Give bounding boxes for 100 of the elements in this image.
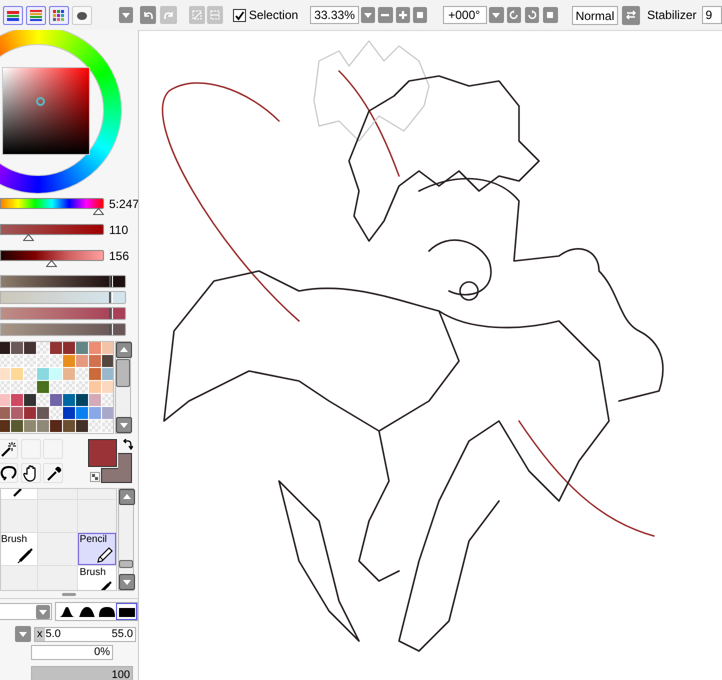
color-swatch[interactable] (63, 420, 75, 432)
color-swatch[interactable] (37, 407, 49, 419)
scrollbar[interactable] (115, 341, 131, 434)
wand-tool-button[interactable] (0, 439, 18, 459)
color-swatch[interactable] (76, 355, 88, 367)
color-swatch[interactable] (76, 394, 88, 406)
brush-shape-button[interactable] (117, 604, 136, 619)
gradient-slider[interactable] (1, 308, 112, 319)
color-swatch[interactable] (37, 381, 49, 393)
flip-button[interactable] (622, 6, 640, 24)
reset-colors-icon[interactable] (90, 472, 100, 482)
undo-button[interactable] (140, 6, 156, 24)
rotation-reset-button[interactable] (543, 7, 558, 23)
rotate-right-button[interactable] (524, 7, 540, 23)
color-slider[interactable] (0, 250, 104, 268)
zoom-reset-button[interactable] (412, 7, 428, 23)
redo-button[interactable] (160, 6, 177, 24)
color-swatch[interactable] (63, 368, 75, 380)
eyedropper-tool-button[interactable] (43, 463, 64, 483)
brush-shape-button[interactable] (57, 604, 76, 619)
slider-marker[interactable] (108, 308, 111, 319)
color-swatch[interactable] (11, 420, 23, 432)
brush-type-dropdown[interactable] (0, 603, 52, 620)
panel-toggle-button[interactable] (49, 6, 69, 24)
color-swatch[interactable] (89, 407, 101, 419)
hand-tool-button[interactable] (20, 463, 41, 483)
gradient-slider[interactable] (1, 276, 112, 287)
lasso-tool-button[interactable] (0, 463, 18, 483)
density-slider[interactable]: 100 (31, 666, 133, 680)
panel-toggle-button[interactable] (26, 6, 46, 24)
panel-toggle-button[interactable] (72, 6, 92, 24)
color-swatch[interactable] (102, 381, 113, 393)
swap-arrows-icon[interactable] (123, 439, 133, 451)
rotation-dropdown-button[interactable] (489, 7, 504, 23)
color-picker-marker[interactable] (36, 97, 46, 106)
color-swatch[interactable] (24, 420, 36, 432)
color-slider[interactable] (0, 198, 104, 216)
color-swatch[interactable] (63, 355, 75, 367)
color-swatch[interactable] (63, 342, 75, 354)
slider-marker[interactable] (108, 292, 111, 303)
color-swatch[interactable] (37, 368, 49, 380)
zoom-dropdown-button[interactable] (360, 7, 376, 23)
zoom-out-button[interactable] (378, 7, 393, 23)
gradient-slider[interactable] (1, 292, 112, 303)
color-swatch[interactable] (0, 394, 10, 406)
brush-slot[interactable]: Brush (1, 533, 38, 565)
color-swatch[interactable] (0, 342, 10, 354)
primary-color[interactable] (88, 439, 117, 467)
min-size-field[interactable]: 0% (31, 645, 113, 660)
color-swatch[interactable] (50, 368, 62, 380)
gradient-slider[interactable] (1, 324, 112, 335)
color-swatch[interactable] (11, 342, 23, 354)
color-slider[interactable] (0, 224, 104, 242)
color-swatch[interactable] (102, 355, 113, 367)
color-swatch[interactable] (76, 407, 88, 419)
dropdown-button[interactable] (119, 7, 134, 23)
brush-shape-button[interactable] (77, 604, 96, 619)
zoom-in-button[interactable] (396, 7, 410, 23)
saturation-value-square[interactable] (2, 67, 90, 155)
deselect-button[interactable] (188, 6, 205, 24)
color-swatch[interactable] (102, 407, 113, 419)
brush-slot[interactable]: Pencil (78, 533, 116, 565)
color-swatch[interactable] (24, 407, 36, 419)
brush-slot[interactable]: Brush (78, 566, 116, 590)
rotate-left-button[interactable] (506, 7, 521, 23)
color-swatch[interactable] (0, 420, 10, 432)
color-swatch[interactable] (24, 342, 36, 354)
invert-selection-button[interactable] (206, 6, 223, 24)
color-swatch[interactable] (11, 407, 23, 419)
scroll-thumb[interactable] (119, 560, 133, 568)
color-swatch[interactable] (102, 342, 113, 354)
color-swatch[interactable] (24, 394, 36, 406)
color-swatch[interactable] (89, 342, 101, 354)
color-swatch[interactable] (50, 394, 62, 406)
color-swatch[interactable] (63, 407, 75, 419)
color-swatch[interactable] (89, 394, 101, 406)
color-swatch[interactable] (11, 368, 23, 380)
scroll-up-button[interactable] (119, 489, 135, 505)
color-swatch[interactable] (0, 368, 10, 380)
scrollbar[interactable] (118, 488, 134, 591)
color-swatch[interactable] (11, 394, 23, 406)
color-swatch[interactable] (37, 420, 49, 432)
color-swatch[interactable] (89, 368, 101, 380)
stabilizer-field[interactable]: 9 (702, 6, 722, 24)
color-swatch[interactable] (76, 420, 88, 432)
scroll-down-button[interactable] (116, 417, 132, 433)
scroll-up-button[interactable] (116, 342, 132, 358)
panel-toggle-button[interactable] (3, 6, 23, 24)
color-swatch[interactable] (63, 394, 75, 406)
color-swatch[interactable] (102, 368, 113, 380)
color-swatch[interactable] (50, 420, 62, 432)
brush-shape-button[interactable] (97, 604, 116, 619)
size-dropdown-button[interactable] (15, 626, 31, 642)
color-swatch[interactable] (0, 407, 10, 419)
color-swatch[interactable] (89, 355, 101, 367)
brush-shape-selector[interactable] (55, 602, 138, 621)
splitter-handle[interactable] (62, 593, 76, 596)
blend-mode-button[interactable]: Normal (572, 6, 618, 24)
brush-size-field[interactable]: x 5.0 55.0 (34, 626, 136, 642)
slider-marker[interactable] (108, 324, 111, 335)
